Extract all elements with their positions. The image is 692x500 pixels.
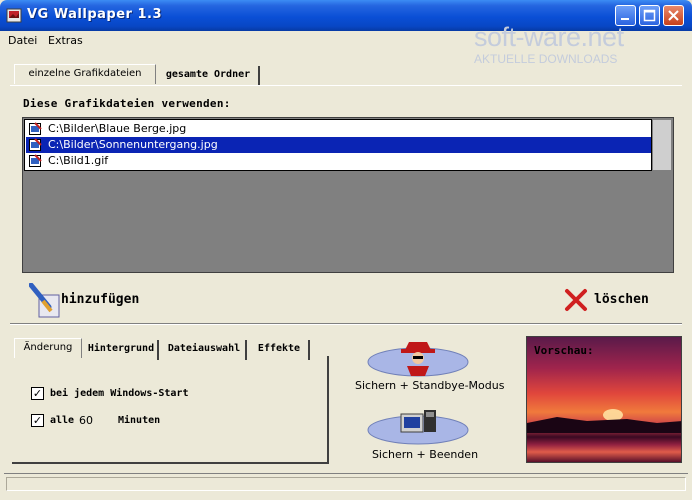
- image-file-icon: [29, 154, 42, 167]
- settings-panel: [12, 356, 329, 464]
- menu-extras[interactable]: Extras: [48, 34, 83, 47]
- interval-label: alle: [50, 415, 75, 426]
- preview-label: Vorschau:: [534, 344, 594, 357]
- file-list-item[interactable]: C:\Bild1.gif: [26, 153, 651, 169]
- watermark-brand: soft-ware.net: [474, 22, 624, 52]
- file-path: C:\Bild1.gif: [48, 154, 109, 167]
- computer-icon: [367, 410, 469, 445]
- file-list-item[interactable]: C:\Bilder\Sonnenuntergang.jpg: [26, 137, 651, 153]
- file-list-item[interactable]: C:\Bilder\Blaue Berge.jpg: [26, 121, 651, 137]
- image-file-icon: [29, 138, 42, 151]
- save-exit-button-graphic[interactable]: [367, 406, 469, 446]
- window-title: VG Wallpaper 1.3: [27, 7, 162, 22]
- app-window: VG Wallpaper 1.3 Datei Extras soft-ware.…: [0, 0, 692, 500]
- divider: [10, 323, 682, 325]
- file-path: C:\Bilder\Blaue Berge.jpg: [48, 122, 187, 135]
- tab-aenderung[interactable]: Änderung: [14, 338, 82, 358]
- status-bar: [4, 473, 688, 494]
- interval-value[interactable]: 60: [79, 414, 93, 427]
- tab-einzelne-grafikdateien[interactable]: einzelne Grafikdateien: [14, 64, 156, 84]
- add-button[interactable]: hinzufügen: [61, 292, 139, 307]
- windows-start-label: bei jedem Windows-Start: [50, 388, 189, 399]
- close-icon: [668, 10, 679, 21]
- save-standby-button-graphic[interactable]: [367, 336, 469, 378]
- tab-gesamte-ordner[interactable]: gesamte Ordner: [158, 66, 260, 86]
- minutes-label: Minuten: [118, 415, 161, 426]
- delete-button[interactable]: löschen: [594, 292, 649, 307]
- maximize-icon: [643, 9, 656, 22]
- image-file-icon: [29, 122, 42, 135]
- file-path: C:\Bilder\Sonnenuntergang.jpg: [48, 138, 218, 151]
- paint-brush-icon: [29, 283, 60, 318]
- file-list-scrollbar[interactable]: [652, 119, 672, 171]
- delete-x-icon: [565, 289, 587, 311]
- save-standby-label[interactable]: Sichern + Standbye-Modus: [355, 379, 504, 392]
- menu-datei[interactable]: Datei: [8, 34, 37, 47]
- interval-checkbox[interactable]: ✓: [31, 414, 44, 427]
- maximize-button[interactable]: [639, 5, 660, 26]
- watermark-tagline: AKTUELLE DOWNLOADS: [474, 52, 618, 66]
- files-heading: Diese Grafikdateien verwenden:: [23, 97, 231, 110]
- windows-start-checkbox[interactable]: ✓: [31, 387, 44, 400]
- file-list[interactable]: C:\Bilder\Blaue Berge.jpg C:\Bilder\Sonn…: [24, 119, 652, 171]
- status-segment: [6, 477, 686, 491]
- app-icon: [6, 8, 22, 23]
- save-exit-label[interactable]: Sichern + Beenden: [355, 448, 495, 461]
- close-button[interactable]: [663, 5, 684, 26]
- spy-icon: [367, 342, 469, 377]
